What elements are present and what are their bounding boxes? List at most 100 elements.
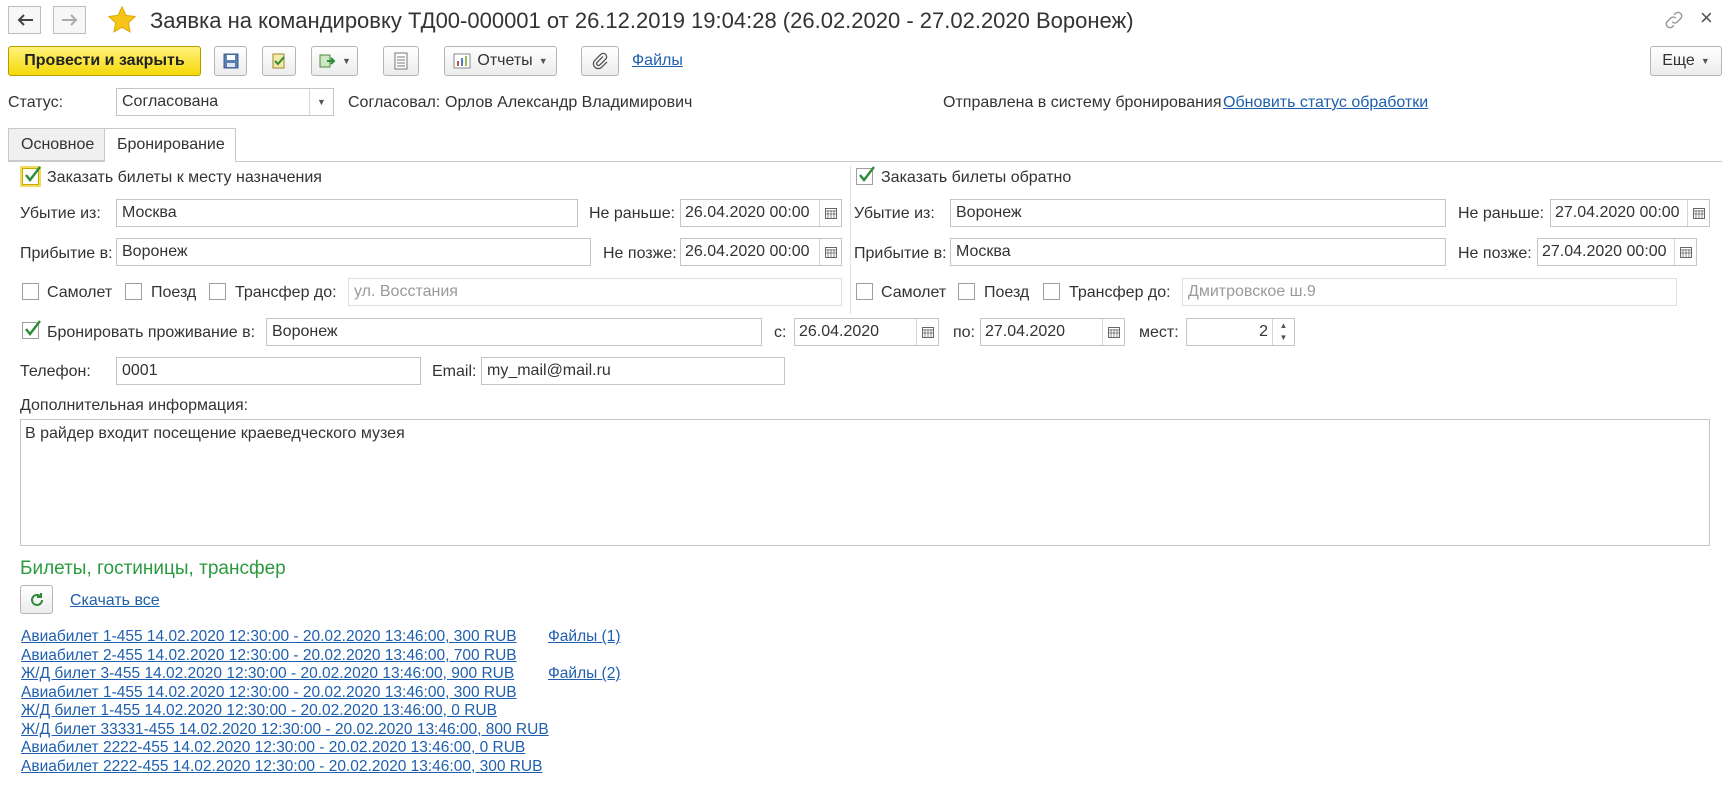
- tab-divider: [8, 161, 1722, 162]
- return-plane-checkbox[interactable]: [856, 283, 873, 300]
- return-transfer-label: Трансфер до:: [1069, 284, 1171, 301]
- calendar-icon[interactable]: [819, 200, 841, 226]
- post-button[interactable]: [262, 46, 296, 76]
- lodging-to-value: 27.04.2020: [985, 323, 1066, 340]
- ticket-files-link[interactable]: Файлы (1): [548, 628, 621, 646]
- lodging-to-field[interactable]: 27.04.2020: [980, 318, 1125, 346]
- return-not-later-value: 27.04.2020 00:00: [1542, 243, 1667, 260]
- post-and-close-button[interactable]: Провести и закрыть: [8, 46, 201, 76]
- calendar-icon[interactable]: [1674, 239, 1696, 265]
- outbound-transfer-checkbox[interactable]: [209, 283, 226, 300]
- files-link[interactable]: Файлы: [632, 52, 683, 70]
- order-return-label: Заказать билеты обратно: [881, 169, 1072, 186]
- refresh-tickets-button[interactable]: [20, 585, 53, 614]
- back-button[interactable]: [8, 6, 41, 34]
- ticket-link[interactable]: Авиабилет 2222-455 14.02.2020 12:30:00 -…: [21, 739, 525, 757]
- more-button[interactable]: Еще ▼: [1650, 46, 1722, 76]
- return-plane-label: Самолет: [881, 284, 947, 301]
- book-lodging-checkbox[interactable]: [22, 320, 41, 339]
- calendar-icon[interactable]: [1102, 319, 1124, 345]
- reports-button[interactable]: Отчеты ▼: [444, 46, 557, 76]
- arrow-right-icon: [61, 14, 77, 26]
- return-transfer-input[interactable]: Дмитровское ш.9: [1182, 278, 1677, 306]
- return-arrive-label: Прибытие в:: [854, 245, 947, 262]
- lodging-places-stepper[interactable]: 2 ▲ ▼: [1186, 318, 1295, 346]
- calendar-icon[interactable]: [1687, 200, 1709, 226]
- return-arrive-input[interactable]: Москва: [950, 238, 1446, 266]
- dropdown-caret-icon[interactable]: ▼: [309, 89, 333, 115]
- favorite-star-icon[interactable]: [107, 5, 137, 35]
- additional-info-textarea[interactable]: В райдер входит посещение краеведческого…: [20, 419, 1710, 546]
- outbound-plane-checkbox[interactable]: [22, 283, 39, 300]
- outbound-train-checkbox[interactable]: [125, 283, 142, 300]
- outbound-transfer-input[interactable]: ул. Восстания: [348, 278, 842, 306]
- lodging-from-value: 26.04.2020: [799, 323, 880, 340]
- stepper-arrows-icon[interactable]: ▲ ▼: [1272, 319, 1294, 345]
- create-based-icon: [319, 54, 336, 68]
- attach-button[interactable]: [581, 46, 619, 76]
- outbound-not-earlier-field[interactable]: 26.04.2020 00:00: [680, 199, 842, 227]
- ticket-link[interactable]: Авиабилет 2-455 14.02.2020 12:30:00 - 20…: [21, 647, 517, 665]
- outbound-transfer-label: Трансфер до:: [235, 284, 337, 301]
- list-icon: [394, 52, 408, 70]
- tickets-section-title: Билеты, гостиницы, трансфер: [20, 558, 286, 579]
- refresh-icon: [30, 592, 43, 606]
- tab-main[interactable]: Основное: [8, 128, 105, 161]
- return-depart-input[interactable]: Воронеж: [950, 199, 1446, 227]
- outbound-not-later-field[interactable]: 26.04.2020 00:00: [680, 238, 842, 266]
- return-depart-label: Убытие из:: [854, 205, 935, 222]
- forward-button[interactable]: [53, 6, 86, 34]
- approved-by-value: Орлов Александр Владимирович: [445, 94, 693, 111]
- reports-icon: [453, 53, 471, 69]
- download-all-link[interactable]: Скачать все: [70, 591, 160, 611]
- lodging-from-label: с:: [774, 324, 787, 341]
- return-transfer-checkbox[interactable]: [1043, 283, 1060, 300]
- lodging-places-label: мест:: [1139, 324, 1179, 341]
- document-check-icon: [272, 53, 285, 69]
- link-icon[interactable]: [1663, 9, 1685, 31]
- status-select[interactable]: Согласована ▼: [116, 88, 334, 116]
- ticket-link[interactable]: Авиабилет 1-455 14.02.2020 12:30:00 - 20…: [21, 684, 517, 702]
- save-button[interactable]: [214, 46, 247, 76]
- return-train-checkbox[interactable]: [958, 283, 975, 300]
- ticket-link[interactable]: Авиабилет 2222-455 14.02.2020 12:30:00 -…: [21, 758, 542, 776]
- book-lodging-label: Бронировать проживание в:: [47, 324, 256, 341]
- order-outbound-checkbox[interactable]: [22, 166, 41, 185]
- close-icon[interactable]: ×: [1700, 5, 1713, 31]
- status-value: Согласована: [122, 93, 219, 110]
- phone-input[interactable]: 0001: [116, 357, 421, 385]
- ticket-link[interactable]: Ж/Д билет 33331-455 14.02.2020 12:30:00 …: [21, 721, 549, 739]
- ticket-link[interactable]: Ж/Д билет 3-455 14.02.2020 12:30:00 - 20…: [21, 665, 514, 683]
- ticket-link[interactable]: Авиабилет 1-455 14.02.2020 12:30:00 - 20…: [21, 628, 517, 646]
- calendar-icon[interactable]: [916, 319, 938, 345]
- refresh-status-link[interactable]: Обновить статус обработки: [1223, 93, 1428, 113]
- outbound-depart-input[interactable]: Москва: [116, 199, 578, 227]
- lodging-city-input[interactable]: Воронеж: [266, 318, 762, 346]
- outbound-arrive-input[interactable]: Воронеж: [116, 238, 591, 266]
- return-not-later-label: Не позже:: [1458, 245, 1532, 262]
- return-not-earlier-field[interactable]: 27.04.2020 00:00: [1550, 199, 1710, 227]
- outbound-plane-label: Самолет: [47, 284, 113, 301]
- arrow-left-icon: [17, 14, 33, 26]
- return-not-later-field[interactable]: 27.04.2020 00:00: [1537, 238, 1697, 266]
- lodging-from-field[interactable]: 26.04.2020: [794, 318, 939, 346]
- order-return-checkbox[interactable]: [856, 166, 875, 185]
- outbound-not-later-value: 26.04.2020 00:00: [685, 243, 810, 260]
- email-label: Email:: [432, 363, 477, 380]
- status-label: Статус:: [8, 94, 64, 111]
- calendar-icon[interactable]: [819, 239, 841, 265]
- document-journal-button[interactable]: [383, 46, 419, 76]
- create-based-on-button[interactable]: ▼: [311, 46, 358, 76]
- outbound-depart-label: Убытие из:: [20, 205, 101, 222]
- email-input[interactable]: my_mail@mail.ru: [481, 357, 785, 385]
- checkmark-icon: [25, 320, 41, 336]
- window-title: Заявка на командировку ТД00-000001 от 26…: [150, 8, 1134, 33]
- lodging-places-value: 2: [1259, 323, 1268, 340]
- return-not-earlier-value: 27.04.2020 00:00: [1555, 204, 1680, 221]
- outbound-not-later-label: Не позже:: [603, 245, 677, 262]
- outbound-train-label: Поезд: [151, 284, 197, 301]
- ticket-files-link[interactable]: Файлы (2): [548, 665, 621, 683]
- return-not-earlier-label: Не раньше:: [1458, 205, 1545, 222]
- tab-booking[interactable]: Бронирование: [104, 128, 236, 162]
- ticket-link[interactable]: Ж/Д билет 1-455 14.02.2020 12:30:00 - 20…: [21, 702, 497, 720]
